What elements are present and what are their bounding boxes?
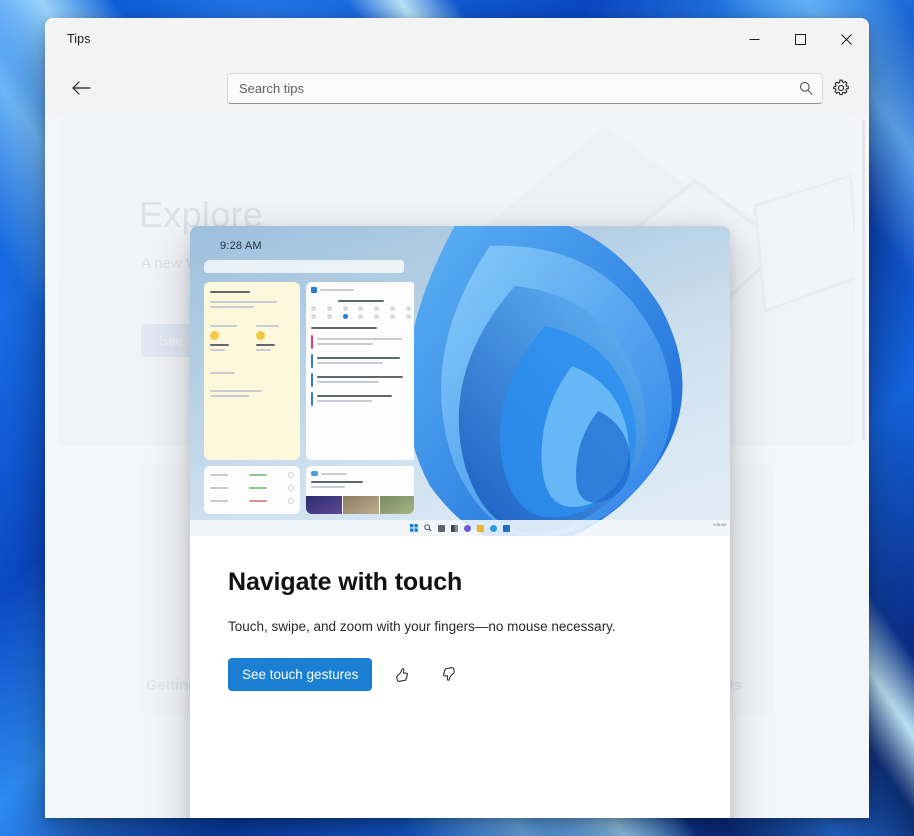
- maximize-button[interactable]: [777, 18, 823, 60]
- file-explorer-icon: [477, 524, 484, 532]
- widgets-board: [204, 260, 414, 514]
- minimize-button[interactable]: [731, 18, 777, 60]
- maximize-icon: [794, 33, 806, 45]
- back-arrow-icon: [72, 81, 91, 95]
- search-input[interactable]: [227, 72, 823, 104]
- tips-app-window: Tips Search tips 9:28 AM 9:28 AM Navigat…: [45, 18, 869, 818]
- photos-widget: [306, 466, 414, 514]
- edge-icon: [490, 524, 497, 532]
- title-bar: Tips: [45, 18, 869, 60]
- tip-detail-card: 9:28 AM 9:28 AM Navigate with touch Touc…: [190, 226, 730, 818]
- command-bar: [45, 60, 869, 116]
- widgets-search-bar: [204, 260, 404, 273]
- desktop-wallpaper: Tips Search tips 9:28 AM 9:28 AM Navigat…: [0, 0, 914, 836]
- system-tray: 9:28 AM: [713, 523, 726, 527]
- tip-description: Touch, swipe, and zoom with your fingers…: [228, 619, 616, 634]
- search-submit-button[interactable]: [792, 75, 820, 102]
- see-touch-gestures-button[interactable]: See touch gestures: [228, 658, 373, 691]
- close-icon: [840, 33, 852, 45]
- start-icon: [410, 524, 418, 532]
- calendar-widget: [306, 282, 414, 460]
- tip-hero-image: 9:28 AM 9:28 AM: [190, 226, 730, 536]
- caption-button-group: [731, 18, 869, 60]
- window-title: Tips: [67, 32, 91, 46]
- weather-widget: [204, 282, 300, 460]
- back-button[interactable]: [63, 71, 99, 105]
- stocks-widget: [204, 466, 300, 514]
- tip-action-row: See touch gestures: [228, 658, 692, 691]
- tip-text-block: Navigate with touch Touch, swipe, and zo…: [190, 536, 730, 806]
- hero-clock-time: 9:28 AM: [220, 240, 262, 252]
- search-icon: [800, 82, 813, 95]
- thumbs-down-icon: [442, 667, 455, 681]
- taskview-icon: [438, 524, 445, 532]
- tip-title: Navigate with touch: [228, 568, 463, 596]
- minimize-icon: [749, 38, 759, 40]
- teams-icon: [464, 524, 471, 532]
- widgets-icon: [451, 524, 458, 532]
- store-icon: [503, 524, 510, 532]
- close-button[interactable]: [823, 18, 869, 60]
- taskbar-search-icon: [424, 524, 432, 532]
- thumbs-up-icon: [396, 668, 408, 682]
- gear-icon: [833, 79, 849, 96]
- search-container: [227, 72, 823, 104]
- thumbs-down-button[interactable]: [432, 659, 464, 691]
- tips-page-content: Explore A new Windows—all the things you…: [45, 116, 869, 818]
- settings-button[interactable]: [823, 71, 859, 105]
- thumbs-up-button[interactable]: [386, 659, 418, 691]
- tip-footer: Getting around in Windows 1 of 12: [190, 806, 730, 818]
- hero-taskbar: 9:28 AM: [190, 520, 730, 536]
